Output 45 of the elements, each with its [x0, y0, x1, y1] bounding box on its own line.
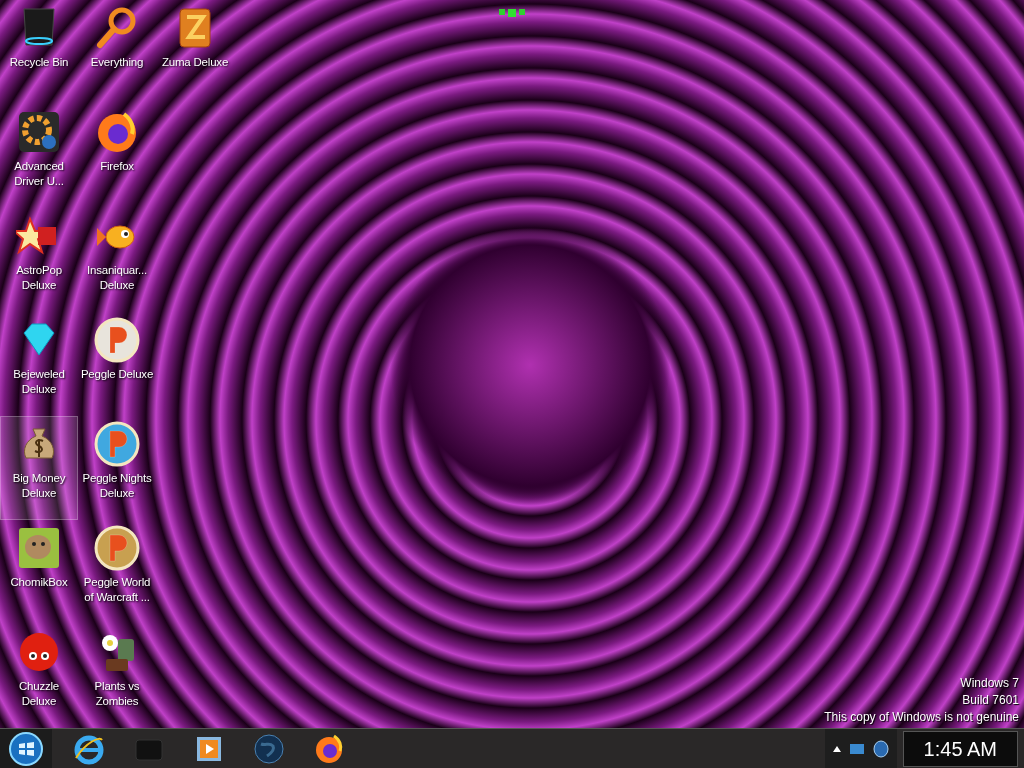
- desktop-icon[interactable]: Recycle Bin: [0, 0, 78, 104]
- up-arrow-icon[interactable]: [832, 745, 841, 752]
- desktop-icon[interactable]: Peggle Nights Deluxe: [78, 416, 156, 520]
- icon-label: Advanced Driver U...: [13, 159, 65, 189]
- gear-icon: [16, 109, 62, 155]
- icon-label: Insaniquar... Deluxe: [85, 263, 149, 293]
- watermark-text: Windows 7: [960, 675, 1019, 692]
- icon-label: Firefox: [100, 159, 134, 174]
- icon-label: Peggle World of Warcraft ...: [82, 575, 152, 605]
- desktop-icon[interactable]: Peggle World of Warcraft ...: [78, 520, 156, 624]
- desktop-icon[interactable]: Plants vs Zombies: [78, 624, 156, 728]
- p-ball-icon: [94, 421, 140, 467]
- watermark-text: This copy of Windows is not genuine: [824, 709, 1019, 726]
- icon-label: ChomikBox: [10, 575, 68, 590]
- desktop-icon[interactable]: Everything: [78, 0, 156, 104]
- icon-label: Zuma Deluxe: [161, 55, 229, 70]
- icon-label: Recycle Bin: [9, 55, 69, 70]
- desktop-icon[interactable]: Chuzzle Deluxe: [0, 624, 78, 728]
- desktop-icon[interactable]: AstroPop Deluxe: [0, 208, 78, 312]
- desktop-icon[interactable]: Advanced Driver U...: [0, 104, 78, 208]
- monitor-icon[interactable]: [848, 741, 865, 756]
- desktop-icon[interactable]: Bejeweled Deluxe: [0, 312, 78, 416]
- globe-icon[interactable]: [252, 731, 286, 766]
- icon-label: Peggle Nights Deluxe: [81, 471, 153, 501]
- disc-icon[interactable]: [872, 739, 889, 758]
- desktop-icon[interactable]: Zuma Deluxe: [156, 0, 234, 104]
- desktop-icon[interactable]: Insaniquar... Deluxe: [78, 208, 156, 312]
- icon-label: Everything: [90, 55, 144, 70]
- p-ball-icon: [94, 525, 140, 571]
- indicator-icon: [497, 6, 527, 18]
- icon-label: Bejeweled Deluxe: [12, 367, 66, 397]
- desktop-icon[interactable]: Big Money Deluxe: [0, 416, 78, 520]
- desktop-icon[interactable]: Firefox: [78, 104, 156, 208]
- p-ball-icon: [94, 317, 140, 363]
- clock[interactable]: 1:45 AM: [902, 730, 1018, 767]
- watermark-text: Build 7601: [962, 692, 1019, 709]
- icon-label: Plants vs Zombies: [93, 679, 141, 709]
- icon-label: AstroPop Deluxe: [15, 263, 63, 293]
- icon-label: Big Money Deluxe: [11, 471, 67, 501]
- desktop-icon[interactable]: Peggle Deluxe: [78, 312, 156, 416]
- icon-label: Chuzzle Deluxe: [17, 679, 61, 709]
- icon-label: Peggle Deluxe: [80, 367, 154, 382]
- start-button[interactable]: [0, 729, 52, 768]
- windows-orb-icon: [8, 730, 44, 767]
- desktop-icon[interactable]: ChomikBox: [0, 520, 78, 624]
